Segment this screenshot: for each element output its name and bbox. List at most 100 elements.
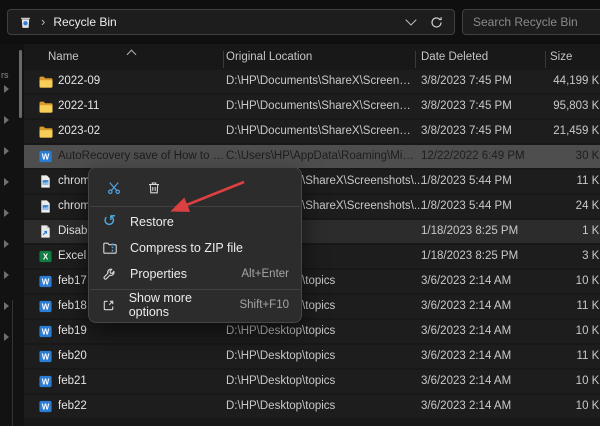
- tree-expand-chevron-icon[interactable]: [4, 240, 9, 248]
- file-date-deleted: 12/22/2022 6:49 PM: [421, 145, 525, 168]
- table-row[interactable]: W feb20 D:\HP\Desktop\topics 3/6/2023 2:…: [24, 345, 600, 368]
- file-original-location: D:\HP\Documents\ShareX\Screenshots: [226, 120, 416, 143]
- word-icon: W: [38, 149, 53, 164]
- tree-expand-chevron-icon[interactable]: [4, 147, 9, 155]
- file-size: 3 KB: [512, 245, 600, 268]
- file-date-deleted: 1/8/2023 5:44 PM: [421, 195, 512, 218]
- menu-item-compress-to-zip-file[interactable]: Compress to ZIP file: [89, 235, 301, 261]
- column-divider[interactable]: [415, 51, 416, 68]
- file-size: 11 KB: [512, 170, 600, 193]
- menu-item-properties[interactable]: Properties Alt+Enter: [89, 261, 301, 287]
- file-name: chrom: [58, 170, 90, 193]
- word-icon: W: [38, 374, 53, 389]
- menu-item-show-more-options[interactable]: Show more options Shift+F10: [89, 292, 301, 318]
- nav-scrollbar-thumb[interactable]: [19, 50, 22, 118]
- cut-button[interactable]: [101, 176, 127, 200]
- recycle-bin-icon: [18, 15, 33, 30]
- column-header-size[interactable]: Size: [550, 51, 572, 63]
- table-row[interactable]: 2023-02 D:\HP\Documents\ShareX\Screensho…: [24, 120, 600, 143]
- context-menu-quick-actions: [89, 172, 301, 204]
- file-name: chrom: [58, 195, 90, 218]
- tree-expand-chevron-icon[interactable]: [4, 302, 9, 310]
- file-size: 11 KB: [512, 295, 600, 318]
- file-name: 2022-11: [58, 95, 99, 118]
- file-size: 10 KB: [512, 370, 600, 393]
- file-name: feb22: [58, 395, 87, 418]
- chevron-right-icon: ›: [41, 15, 45, 28]
- menu-item-restore[interactable]: ↺ Restore: [89, 209, 301, 235]
- folder-icon: [38, 99, 54, 115]
- file-original-location: D:\HP\Documents\ShareX\Screenshots: [226, 70, 416, 93]
- nav-pane-edge: rs: [0, 44, 24, 426]
- tree-expand-chevron-icon[interactable]: [4, 85, 9, 93]
- table-row[interactable]: 2022-11 D:\HP\Documents\ShareX\Screensho…: [24, 95, 600, 118]
- table-row[interactable]: W feb22 D:\HP\Desktop\topics 3/6/2023 2:…: [24, 395, 600, 418]
- svg-text:W: W: [42, 277, 50, 286]
- image-icon: [38, 199, 53, 214]
- menu-item-label: Show more options: [129, 291, 228, 319]
- tree-expand-chevron-icon[interactable]: [4, 116, 9, 124]
- excel-icon: X: [38, 249, 53, 264]
- svg-text:W: W: [42, 302, 50, 311]
- column-divider[interactable]: [223, 51, 224, 68]
- delete-button[interactable]: [141, 176, 167, 200]
- column-divider[interactable]: [545, 51, 546, 68]
- file-size: 10 KB: [512, 395, 600, 418]
- file-size: 44,199 KB: [512, 70, 600, 93]
- menu-item-shortcut: Alt+Enter: [241, 268, 289, 280]
- tree-expand-chevron-icon[interactable]: [4, 333, 9, 341]
- context-menu: ↺ Restore Compress to ZIP file Propertie…: [88, 167, 302, 323]
- file-size: 30 KB: [512, 145, 600, 168]
- menu-item-shortcut: Shift+F10: [239, 299, 289, 311]
- breadcrumb[interactable]: Recycle Bin: [53, 15, 116, 29]
- file-date-deleted: 3/6/2023 2:14 AM: [421, 270, 511, 293]
- refresh-icon[interactable]: [429, 15, 444, 30]
- column-header-date-deleted[interactable]: Date Deleted: [421, 51, 488, 63]
- svg-text:W: W: [42, 402, 50, 411]
- word-icon: W: [38, 299, 53, 314]
- file-name: AutoRecovery save of How to use ...: [58, 145, 228, 168]
- file-name: feb19: [58, 320, 87, 343]
- table-row[interactable]: W feb21 D:\HP\Desktop\topics 3/6/2023 2:…: [24, 370, 600, 393]
- svg-text:W: W: [42, 152, 50, 161]
- nav-pane-divider: [12, 300, 13, 426]
- file-name: feb17: [58, 270, 87, 293]
- column-header-name[interactable]: Name: [48, 51, 79, 63]
- table-row[interactable]: W AutoRecovery save of How to use ... C:…: [24, 145, 600, 168]
- tree-expand-chevron-icon[interactable]: [4, 271, 9, 279]
- folder-icon: [38, 124, 54, 140]
- show-more-icon: [101, 298, 117, 313]
- svg-text:W: W: [42, 377, 50, 386]
- address-bar[interactable]: › Recycle Bin: [7, 9, 455, 35]
- zip-icon: [101, 240, 118, 256]
- file-name: feb18: [58, 295, 87, 318]
- word-icon: W: [38, 399, 53, 414]
- file-size: 24 KB: [512, 195, 600, 218]
- file-date-deleted: 3/6/2023 2:14 AM: [421, 295, 511, 318]
- folder-icon: [38, 74, 54, 90]
- file-name: Disabl: [58, 220, 90, 243]
- column-header-original-location[interactable]: Original Location: [226, 51, 312, 63]
- menu-item-label: Restore: [130, 215, 174, 229]
- svg-text:W: W: [42, 352, 50, 361]
- file-original-location: D:\HP\Desktop\topics: [226, 395, 335, 418]
- search-input[interactable]: [463, 15, 600, 29]
- tree-expand-chevron-icon[interactable]: [4, 209, 9, 217]
- table-row[interactable]: 2022-09 D:\HP\Documents\ShareX\Screensho…: [24, 70, 600, 93]
- file-name: Excel: [58, 245, 86, 268]
- table-row[interactable]: W feb19 D:\HP\Desktop\topics 3/6/2023 2:…: [24, 320, 600, 343]
- file-original-location: D:\HP\Documents\ShareX\Screenshots: [226, 95, 416, 118]
- chevron-down-icon[interactable]: [405, 14, 416, 25]
- file-original-location: C:\Users\HP\AppData\Roaming\Microso...: [226, 145, 416, 168]
- file-original-location: D:\HP\Desktop\topics: [226, 320, 335, 343]
- file-size: 1 KB: [512, 220, 600, 243]
- file-date-deleted: 3/6/2023 2:14 AM: [421, 395, 511, 418]
- properties-icon: [101, 267, 118, 282]
- file-date-deleted: 1/18/2023 8:25 PM: [421, 245, 518, 268]
- file-date-deleted: 3/8/2023 7:45 PM: [421, 70, 512, 93]
- file-name: 2023-02: [58, 120, 100, 143]
- tree-expand-chevron-icon[interactable]: [4, 178, 9, 186]
- file-date-deleted: 1/18/2023 8:25 PM: [421, 220, 518, 243]
- file-size: 21,459 KB: [512, 120, 600, 143]
- file-size: 11 KB: [512, 345, 600, 368]
